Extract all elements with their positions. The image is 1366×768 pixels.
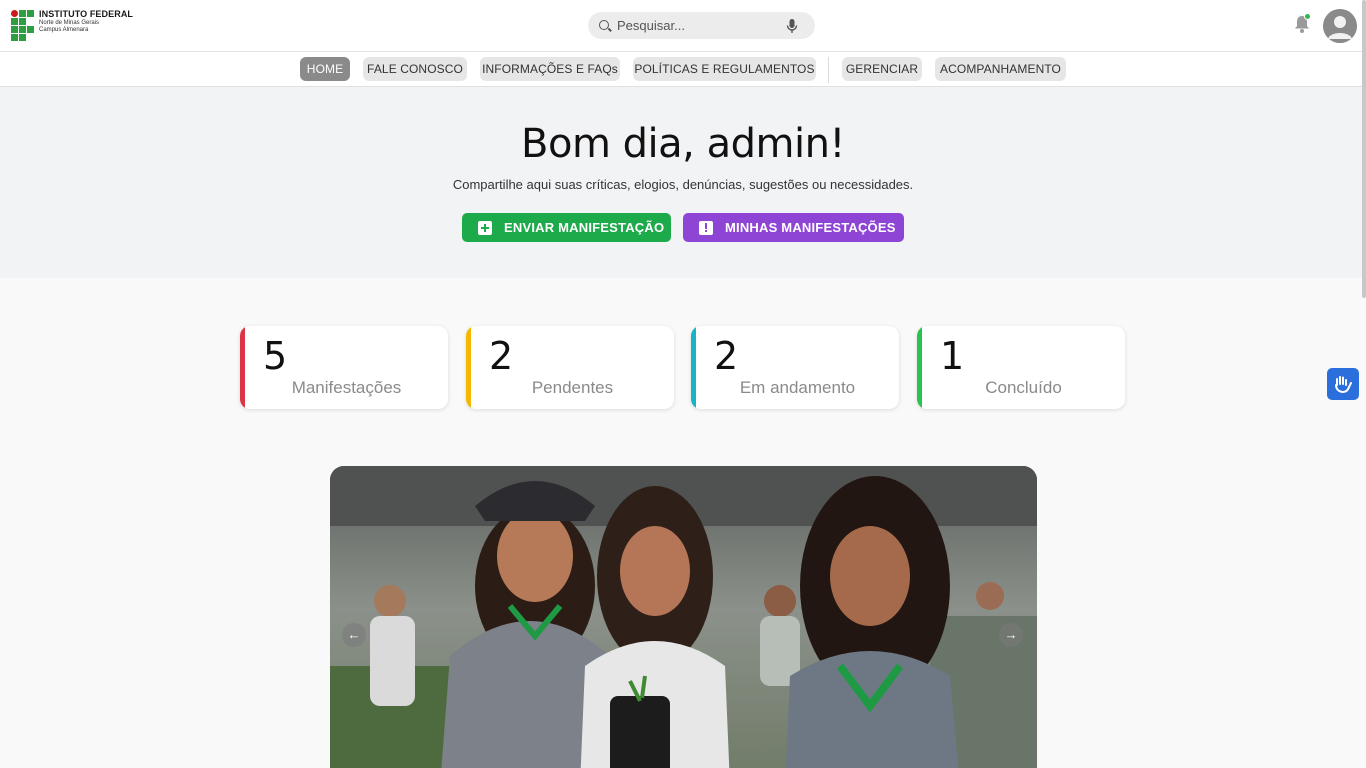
- top-header: INSTITUTO FEDERAL Norte de Minas Gerais …: [0, 0, 1366, 52]
- logo-campus: Campus Almenara: [39, 27, 89, 33]
- hero-section: Bom dia, admin! Compartilhe aqui suas cr…: [0, 87, 1366, 278]
- stat-label: Manifestações: [291, 378, 402, 397]
- nav-acompanhamento[interactable]: ACOMPANHAMENTO: [935, 57, 1066, 81]
- logo-subtitle: Norte de Minas Gerais: [39, 20, 100, 26]
- add-box-icon: [478, 220, 492, 235]
- greeting-title: Bom dia, admin!: [521, 121, 845, 167]
- stat-value: 5: [263, 334, 288, 378]
- notification-indicator: [1304, 13, 1311, 20]
- hero-subtitle: Compartilhe aqui suas críticas, elogios,…: [452, 177, 914, 192]
- send-manifestation-button[interactable]: ENVIAR MANIFESTAÇÃO: [462, 213, 671, 242]
- sign-language-accessibility-icon[interactable]: [1327, 368, 1359, 400]
- main-navigation: HOME FALE CONOSCO INFORMAÇÕES E FAQs POL…: [0, 52, 1366, 87]
- my-manifestations-label: MINHAS MANIFESTAÇÕES: [725, 220, 896, 235]
- stat-value: 1: [940, 334, 965, 378]
- nav-divider: [828, 57, 829, 83]
- stat-value: 2: [489, 334, 514, 378]
- logo-title: INSTITUTO FEDERAL: [39, 9, 134, 19]
- microphone-icon[interactable]: [785, 18, 799, 34]
- search-bar[interactable]: [588, 12, 815, 39]
- search-input[interactable]: [617, 18, 785, 33]
- nav-gerenciar[interactable]: GERENCIAR: [842, 57, 922, 81]
- stat-card-completed[interactable]: 1 Concluído: [917, 326, 1125, 409]
- stat-card-in-progress[interactable]: 2 Em andamento: [691, 326, 899, 409]
- send-manifestation-label: ENVIAR MANIFESTAÇÃO: [504, 220, 665, 235]
- my-manifestations-button[interactable]: MINHAS MANIFESTAÇÕES: [683, 213, 904, 242]
- feedback-icon: [699, 220, 713, 235]
- logo-mark-icon: [11, 10, 34, 41]
- user-avatar[interactable]: [1323, 9, 1357, 43]
- stat-label: Em andamento: [739, 378, 856, 397]
- students-photo: [330, 466, 1037, 768]
- carousel-next-arrow-icon[interactable]: →: [999, 623, 1023, 647]
- stat-label: Pendentes: [531, 378, 614, 397]
- page-scrollbar[interactable]: [1362, 0, 1366, 298]
- nav-informacoes-faqs[interactable]: INFORMAÇÕES E FAQs: [480, 57, 620, 81]
- stat-value: 2: [714, 334, 739, 378]
- nav-fale-conosco[interactable]: FALE CONOSCO: [363, 57, 467, 81]
- search-icon: [598, 19, 612, 33]
- nav-home[interactable]: HOME: [300, 57, 350, 81]
- institution-logo[interactable]: INSTITUTO FEDERAL Norte de Minas Gerais …: [11, 10, 133, 41]
- photo-carousel[interactable]: [330, 466, 1037, 768]
- stat-card-total[interactable]: 5 Manifestações: [240, 326, 448, 409]
- nav-politicas-regulamentos[interactable]: POLÍTICAS E REGULAMENTOS: [633, 57, 816, 81]
- carousel-prev-arrow-icon[interactable]: ←: [342, 623, 366, 647]
- stat-card-pending[interactable]: 2 Pendentes: [466, 326, 674, 409]
- stat-label: Concluído: [985, 378, 1062, 397]
- notifications-bell-icon[interactable]: [1292, 13, 1312, 34]
